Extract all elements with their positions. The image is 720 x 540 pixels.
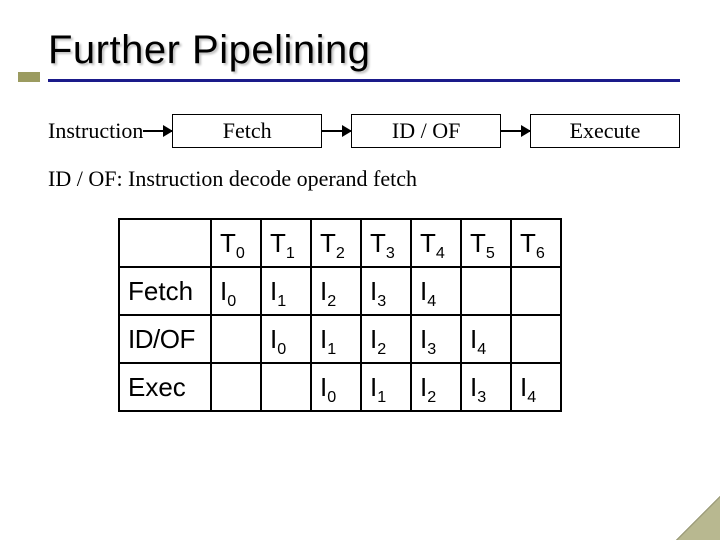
table-header-row: T0 T1 T2 T3 T4 T5 T6 [119, 219, 561, 267]
table-cell: I3 [411, 315, 461, 363]
title-bar: Further Pipelining [48, 28, 680, 82]
stage-idof: ID / OF [351, 114, 501, 148]
col-header: T6 [511, 219, 561, 267]
col-header: T3 [361, 219, 411, 267]
table-cell: I2 [411, 363, 461, 411]
title-accent [18, 72, 40, 82]
table-cell: I1 [361, 363, 411, 411]
table-cell [261, 363, 311, 411]
table-cell [461, 267, 511, 315]
stage-fetch: Fetch [172, 114, 322, 148]
table-cell: I0 [261, 315, 311, 363]
table-cell: I2 [361, 315, 411, 363]
table-cell: I3 [361, 267, 411, 315]
row-header: Exec [119, 363, 211, 411]
table-cell: I1 [261, 267, 311, 315]
pipeline-stage-row: Instruction Fetch ID / OF Execute [48, 114, 680, 148]
table-corner-cell [119, 219, 211, 267]
stage-execute: Execute [530, 114, 680, 148]
table-cell [511, 315, 561, 363]
slide-title: Further Pipelining [48, 28, 680, 73]
table-cell: I4 [461, 315, 511, 363]
col-header: T5 [461, 219, 511, 267]
table-cell: I0 [311, 363, 361, 411]
table-cell: I3 [461, 363, 511, 411]
table-row: ID/OF I0 I1 I2 I3 I4 [119, 315, 561, 363]
table-cell: I4 [411, 267, 461, 315]
col-header: T4 [411, 219, 461, 267]
pipeline-table: T0 T1 T2 T3 T4 T5 T6 Fetch I0 I1 I2 I3 I… [118, 218, 562, 412]
table-cell: I0 [211, 267, 261, 315]
col-header: T0 [211, 219, 261, 267]
table-cell: I2 [311, 267, 361, 315]
table-cell: I1 [311, 315, 361, 363]
row-header: ID/OF [119, 315, 211, 363]
table-cell [511, 267, 561, 315]
stage-note: ID / OF: Instruction decode operand fetc… [48, 166, 680, 192]
arrow-icon [322, 130, 351, 132]
table-row: Exec I0 I1 I2 I3 I4 [119, 363, 561, 411]
arrow-icon [143, 130, 172, 132]
row-header: Fetch [119, 267, 211, 315]
col-header: T1 [261, 219, 311, 267]
table-row: Fetch I0 I1 I2 I3 I4 [119, 267, 561, 315]
page-curl-icon [676, 496, 720, 540]
table-cell [211, 363, 261, 411]
pipeline-label: Instruction [48, 118, 143, 144]
arrow-icon [501, 130, 530, 132]
table-cell: I4 [511, 363, 561, 411]
table-cell [211, 315, 261, 363]
col-header: T2 [311, 219, 361, 267]
